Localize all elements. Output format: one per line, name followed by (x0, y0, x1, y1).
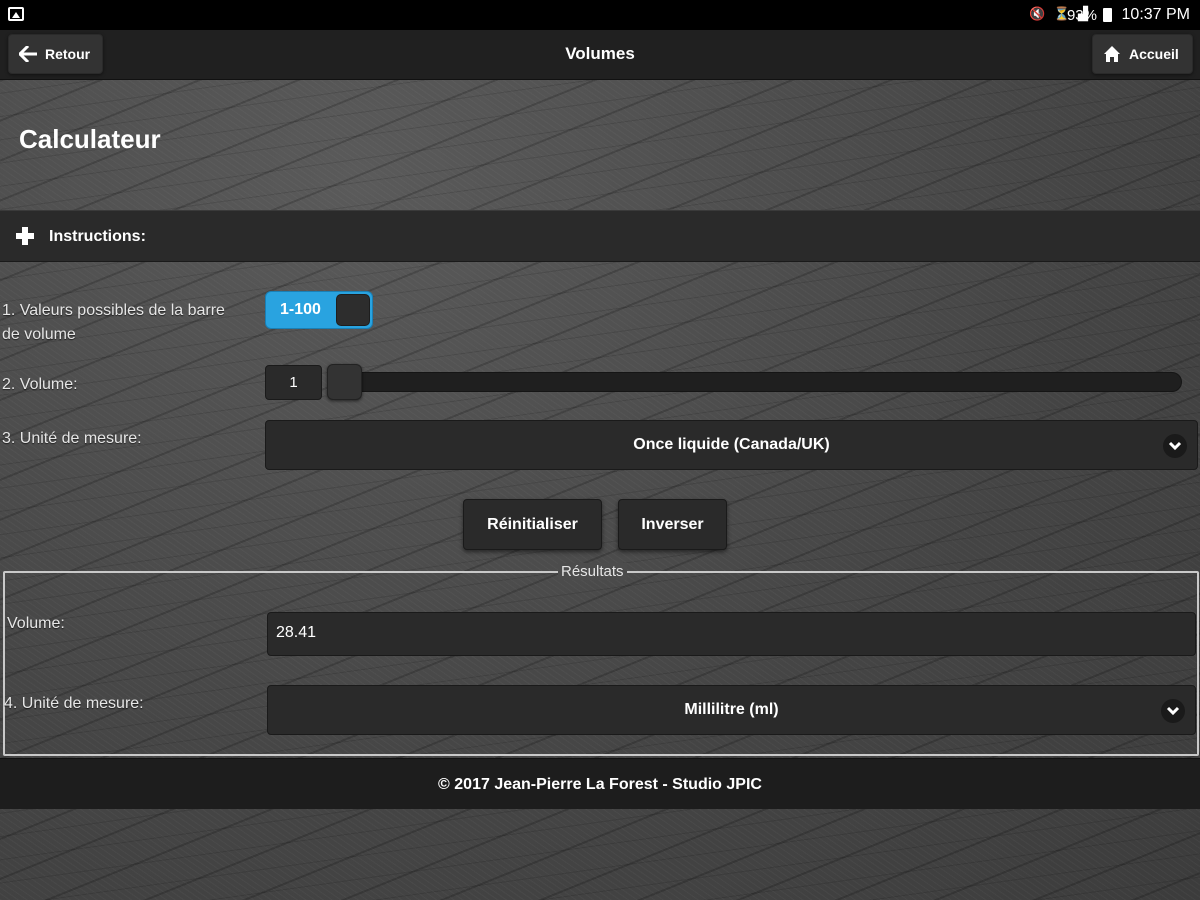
volume-slider-track[interactable] (340, 372, 1182, 392)
instructions-collapsible[interactable]: Instructions: (0, 210, 1200, 262)
status-time: 10:37 PM (1121, 6, 1190, 23)
result-unit-label: 4. Unité de mesure: (4, 695, 144, 712)
home-button-label: Accueil (1129, 46, 1179, 62)
invert-button[interactable]: Inverser (618, 499, 727, 550)
arrow-left-icon (19, 46, 37, 62)
footer-copyright: © 2017 Jean-Pierre La Forest - Studio JP… (438, 776, 762, 793)
volume-label: 2. Volume: (2, 376, 78, 393)
range-toggle[interactable]: 1-100 (265, 291, 373, 329)
footer: © 2017 Jean-Pierre La Forest - Studio JP… (0, 758, 1200, 809)
toggle-handle[interactable] (336, 294, 370, 326)
plus-icon (16, 227, 34, 245)
result-volume-label: Volume: (7, 615, 65, 632)
chevron-down-icon (1163, 434, 1187, 458)
reset-button[interactable]: Réinitialiser (463, 499, 602, 550)
page-header-title: Volumes (565, 44, 635, 63)
page-title: Calculateur (19, 124, 161, 154)
results-legend: Résultats (558, 563, 627, 580)
home-button[interactable]: Accueil (1092, 34, 1193, 74)
back-button[interactable]: Retour (8, 34, 103, 74)
battery-percent: 93% (1066, 7, 1097, 24)
battery-icon (1103, 8, 1112, 22)
range-label: 1. Valeurs possibles de la barre de volu… (2, 302, 225, 343)
result-unit-select[interactable]: Millilitre (ml) (267, 685, 1196, 735)
back-button-label: Retour (45, 46, 91, 62)
result-unit-select-value: Millilitre (ml) (684, 701, 779, 718)
chevron-down-icon (1161, 699, 1185, 723)
volume-slider-handle[interactable] (327, 364, 362, 400)
home-icon (1103, 45, 1121, 63)
unit-select-value: Once liquide (Canada/UK) (633, 436, 830, 453)
volume-input[interactable]: 1 (265, 365, 322, 400)
unit-label: 3. Unité de mesure: (2, 430, 142, 447)
gallery-icon (8, 7, 24, 21)
range-toggle-value: 1-100 (280, 301, 321, 318)
instructions-label: Instructions: (49, 228, 146, 245)
unit-select[interactable]: Once liquide (Canada/UK) (265, 420, 1198, 470)
status-bar: 🔇 ⏳ ▟ 93% 10:37 PM (0, 0, 1200, 30)
result-volume-field[interactable]: 28.41 (267, 612, 1196, 656)
app-header: Retour Volumes Accueil (0, 30, 1200, 80)
